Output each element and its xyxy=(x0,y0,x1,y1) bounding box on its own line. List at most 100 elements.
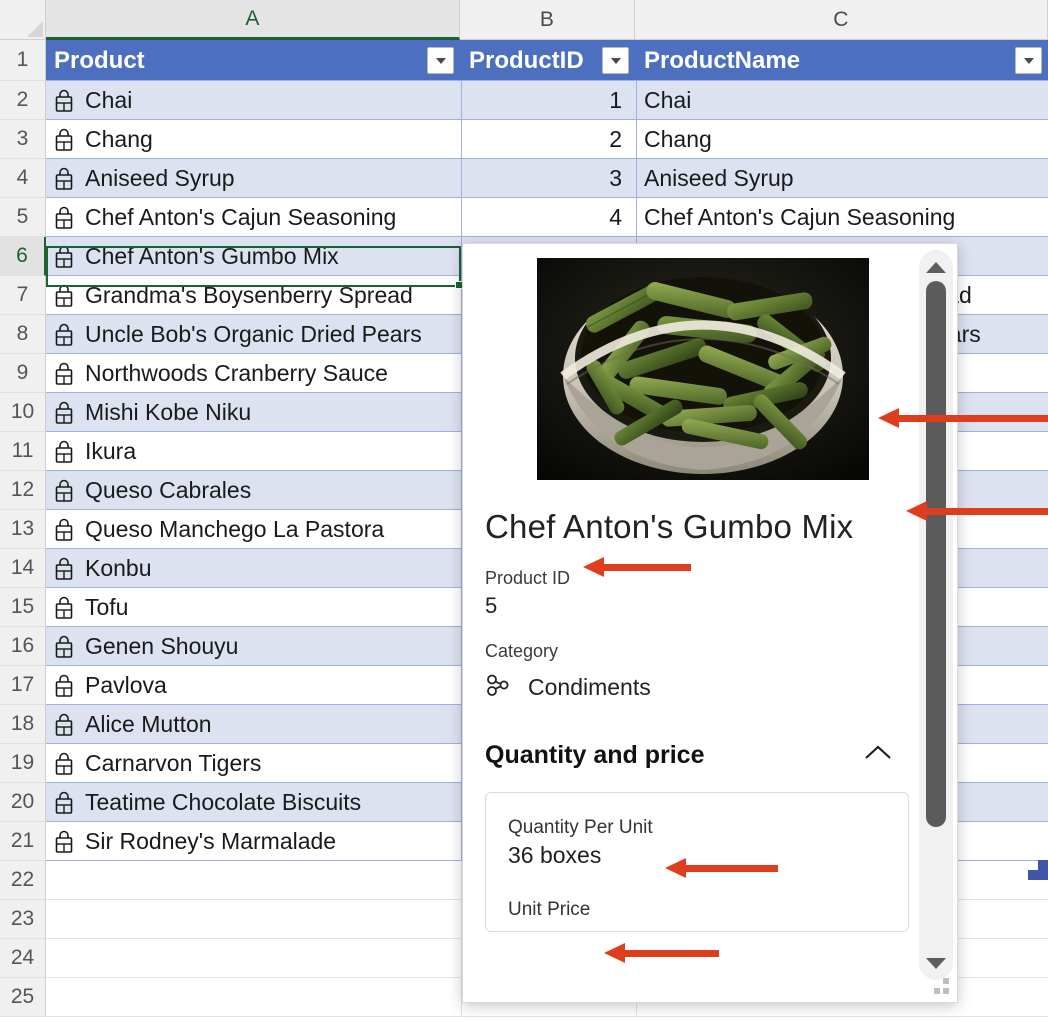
product-bag-icon xyxy=(54,440,74,464)
row-header-18[interactable]: 18 xyxy=(0,705,46,744)
row-header-11[interactable]: 11 xyxy=(0,432,46,471)
row-header-8[interactable]: 8 xyxy=(0,315,46,354)
cell-product[interactable]: Pavlova xyxy=(46,666,461,705)
cell-product[interactable]: Aniseed Syrup xyxy=(46,159,461,198)
row-header-20[interactable]: 20 xyxy=(0,783,46,822)
table-header-product: Product xyxy=(54,46,145,74)
label-quantity-per-unit: Quantity Per Unit xyxy=(508,817,653,838)
row-header-13[interactable]: 13 xyxy=(0,510,46,549)
cell-product-text: Queso Cabrales xyxy=(85,477,252,503)
cell-product-text: Uncle Bob's Organic Dried Pears xyxy=(85,321,422,347)
filter-button-product[interactable] xyxy=(427,47,454,74)
product-bag-icon xyxy=(54,245,74,269)
row-header-22[interactable]: 22 xyxy=(0,861,46,900)
cell-productid[interactable]: 1 xyxy=(461,81,636,120)
cell-product-text: Alice Mutton xyxy=(85,711,212,737)
row-header-17[interactable]: 17 xyxy=(0,666,46,705)
row-header-21[interactable]: 21 xyxy=(0,822,46,861)
column-header-c[interactable]: C xyxy=(635,0,1048,40)
product-bag-icon xyxy=(54,323,74,347)
cell-productname[interactable]: Chang xyxy=(636,120,1048,159)
cell-product[interactable]: Carnarvon Tigers xyxy=(46,744,461,783)
row-header-12[interactable]: 12 xyxy=(0,471,46,510)
cell-product[interactable]: Konbu xyxy=(46,549,461,588)
cell-productid[interactable]: 2 xyxy=(461,120,636,159)
row-header-19[interactable]: 19 xyxy=(0,744,46,783)
column-header-row: A B C xyxy=(46,0,1048,40)
row-header-5[interactable]: 5 xyxy=(0,198,46,237)
cell-product-text: Ikura xyxy=(85,438,137,464)
cell-product-text: Carnarvon Tigers xyxy=(85,750,262,776)
arrow-to-qty-per-unit-label xyxy=(665,858,778,878)
scroll-up-button[interactable] xyxy=(919,252,953,282)
chevron-up-icon[interactable] xyxy=(861,742,895,769)
table-resize-corner[interactable] xyxy=(1018,858,1048,880)
row-header-3[interactable]: 3 xyxy=(0,120,46,159)
cell-product[interactable]: Alice Mutton xyxy=(46,705,461,744)
chevron-down-icon xyxy=(435,57,446,64)
filter-button-productname[interactable] xyxy=(1015,47,1042,74)
row-header-9[interactable]: 9 xyxy=(0,354,46,393)
column-header-b[interactable]: B xyxy=(460,0,635,40)
cell-product[interactable]: Ikura xyxy=(46,432,461,471)
row-header-10[interactable]: 10 xyxy=(0,393,46,432)
row-header-25[interactable]: 25 xyxy=(0,978,46,1017)
product-bag-icon xyxy=(54,752,74,776)
product-bag-icon xyxy=(54,284,74,308)
scroll-down-button[interactable] xyxy=(919,948,953,978)
table-row[interactable]: Aniseed Syrup 3 Aniseed Syrup xyxy=(46,159,1048,198)
cell-product[interactable]: Sir Rodney's Marmalade xyxy=(46,822,461,861)
resize-grip-icon[interactable] xyxy=(933,978,949,994)
cell-product[interactable]: Chai xyxy=(46,81,461,120)
filter-button-productid[interactable] xyxy=(602,47,629,74)
cell-productname[interactable]: Chai xyxy=(636,81,1048,120)
cell-product[interactable]: Chang xyxy=(46,120,461,159)
row-header-2[interactable]: 2 xyxy=(0,81,46,120)
row-header-14[interactable]: 14 xyxy=(0,549,46,588)
product-bag-icon xyxy=(54,674,74,698)
cell-product[interactable]: Uncle Bob's Organic Dried Pears xyxy=(46,315,461,354)
row-header-23[interactable]: 23 xyxy=(0,900,46,939)
row-header-15[interactable]: 15 xyxy=(0,588,46,627)
row-header-column: 1 2 3 4 5 6 7 8 9 10 11 12 13 14 15 16 17 18 19 20 21 22 23 24 2… xyxy=(0,40,46,1022)
row-header-16[interactable]: 16 xyxy=(0,627,46,666)
section-header-quantity-and-price[interactable]: Quantity and price xyxy=(485,741,909,770)
cell-product[interactable]: Mishi Kobe Niku xyxy=(46,393,461,432)
row-header-1[interactable]: 1 xyxy=(0,40,46,81)
product-bag-icon xyxy=(54,89,74,113)
table-row[interactable]: Chang 2 Chang xyxy=(46,120,1048,159)
card-content: Chef Anton's Gumbo Mix Product ID 5 Cate… xyxy=(463,244,931,1002)
cell-product[interactable]: Chef Anton's Gumbo Mix xyxy=(46,237,461,276)
product-bag-icon xyxy=(54,206,74,230)
cell-product[interactable]: Queso Manchego La Pastora xyxy=(46,510,461,549)
cell-product-text: Aniseed Syrup xyxy=(85,165,235,191)
cell-product[interactable]: Chef Anton's Cajun Seasoning xyxy=(46,198,461,237)
field-value-product-id: 5 xyxy=(485,593,498,618)
arrow-to-unit-price-label xyxy=(604,943,719,963)
cell-product-text: Chai xyxy=(85,87,133,113)
arrow-to-title xyxy=(906,501,1048,521)
cell-productname[interactable]: Aniseed Syrup xyxy=(636,159,1048,198)
row-header-24[interactable]: 24 xyxy=(0,939,46,978)
row-header-7[interactable]: 7 xyxy=(0,276,46,315)
cell-productname[interactable]: Chef Anton's Cajun Seasoning xyxy=(636,198,1048,237)
cell-product[interactable]: Tofu xyxy=(46,588,461,627)
cell-product[interactable]: Queso Cabrales xyxy=(46,471,461,510)
select-all-corner[interactable] xyxy=(0,0,46,40)
cell-product[interactable]: Northwoods Cranberry Sauce xyxy=(46,354,461,393)
table-row[interactable]: Chef Anton's Cajun Seasoning 4 Chef Anton'… xyxy=(46,198,1048,237)
cell-product[interactable]: Grandma's Boysenberry Spread xyxy=(46,276,461,315)
cell-productid[interactable]: 3 xyxy=(461,159,636,198)
cell-product[interactable]: Teatime Chocolate Biscuits xyxy=(46,783,461,822)
scrollbar-thumb[interactable] xyxy=(926,281,946,827)
card-scrollbar[interactable] xyxy=(919,250,953,980)
product-bag-icon xyxy=(54,596,74,620)
row-header-4[interactable]: 4 xyxy=(0,159,46,198)
table-row[interactable]: Chai 1 Chai xyxy=(46,81,1048,120)
row-header-6[interactable]: 6 xyxy=(0,237,46,276)
cell-product[interactable]: Genen Shouyu xyxy=(46,627,461,666)
column-header-a[interactable]: A xyxy=(46,0,460,40)
triangle-down-icon xyxy=(926,957,946,969)
cell-productid[interactable]: 4 xyxy=(461,198,636,237)
product-bag-icon xyxy=(54,830,74,854)
